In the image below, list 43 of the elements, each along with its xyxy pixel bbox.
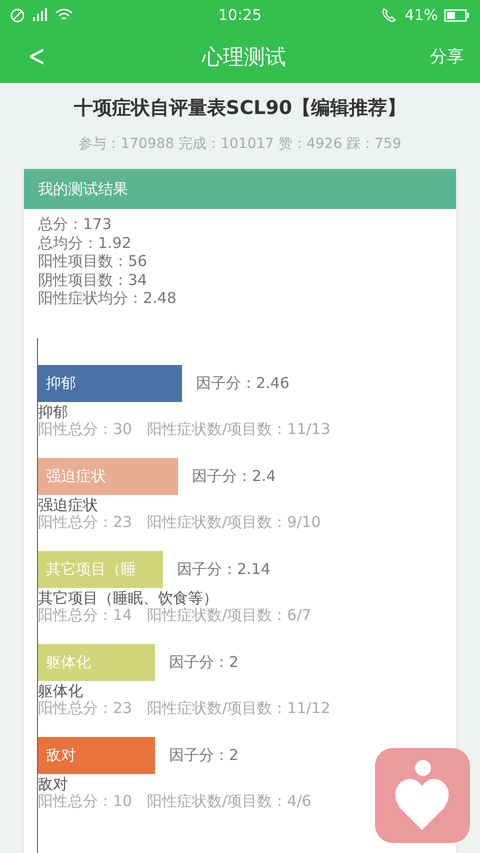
positive-total: 阳性总分：30 <box>38 420 132 438</box>
positive-ratio: 阳性症状数/项目数：11/12 <box>147 700 330 717</box>
factor-score: 因子分：2.4 <box>192 466 276 486</box>
card-title: 我的测试结果 <box>24 169 456 209</box>
summary-line: 阳性症状均分：2.48 <box>38 289 178 308</box>
summary-line: 阳性项目数：56 <box>38 252 148 271</box>
status-time: 10:25 <box>218 6 262 24</box>
back-button[interactable]: < <box>28 42 56 72</box>
positive-ratio: 阳性症状数/项目数：9/10 <box>147 514 321 531</box>
factor-name: 抑郁 <box>38 404 69 421</box>
summary-line: 总分：173 <box>38 215 113 234</box>
test-title: 十项症状自评量表SCL90【编辑推荐】 <box>74 96 406 121</box>
factor-score: 因子分：2.14 <box>177 560 270 579</box>
factor-name: 敌对 <box>38 776 69 793</box>
positive-total: 阳性总分：23 <box>38 700 132 717</box>
positive-total: 阳性总分：23 <box>38 514 132 531</box>
positive-ratio: 阳性症状数/项目数：4/6 <box>147 792 312 810</box>
test-stats: 参与：170988 完成：101017 赞：4926 踩：759 <box>78 135 402 153</box>
do-not-disturb-icon <box>10 8 25 22</box>
positive-total: 阳性总分：10 <box>38 792 132 810</box>
wifi-icon <box>55 8 73 22</box>
factor-bar: 其它项目（睡 <box>38 550 163 588</box>
factor-name: 其它项目（睡眠、饮食等） <box>38 590 219 607</box>
factor-bar: 敌对 <box>38 736 155 774</box>
factor-name: 躯体化 <box>38 682 84 700</box>
factor-bar: 抑郁 <box>38 364 182 402</box>
factor-bar: 强迫症状 <box>38 458 178 495</box>
summary-line: 阴性项目数：34 <box>38 270 148 290</box>
factor-score: 因子分：2 <box>169 652 239 672</box>
share-button[interactable]: 分享 <box>420 45 464 68</box>
heart-app-icon[interactable] <box>375 748 470 843</box>
factor-bar: 躯体化 <box>38 644 155 681</box>
positive-total: 阳性总分：14 <box>38 606 132 624</box>
factor-name: 强迫症状 <box>38 496 99 514</box>
page-title: 心理测试 <box>200 44 287 70</box>
positive-ratio: 阳性症状数/项目数：6/7 <box>147 606 312 624</box>
battery-icon <box>444 8 470 22</box>
positive-ratio: 阳性症状数/项目数：11/13 <box>147 420 330 438</box>
signal-icon <box>31 8 49 22</box>
factor-score: 因子分：2.46 <box>196 374 290 393</box>
summary-line: 总均分：1.92 <box>38 234 132 252</box>
battery-percent: 41% <box>404 6 438 24</box>
factor-score: 因子分：2 <box>169 746 239 765</box>
